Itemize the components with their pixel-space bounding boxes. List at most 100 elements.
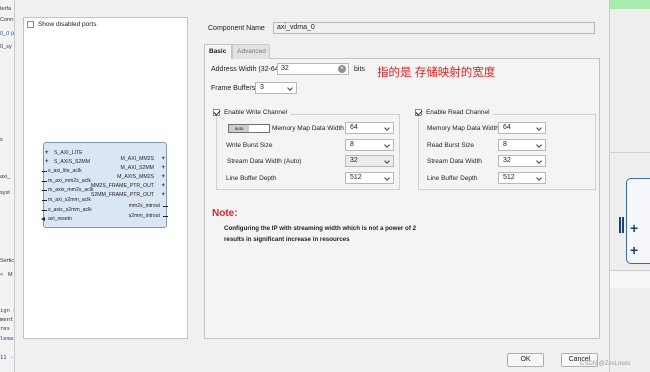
write-mm-data-width-label: Memory Map Data Width — [272, 125, 344, 132]
note-text-line-2: results in significant increase in resou… — [224, 236, 350, 243]
enable-read-channel-option[interactable]: Enable Read Channel — [415, 109, 493, 117]
bg-panel-header — [610, 270, 650, 288]
ok-button[interactable]: OK — [507, 353, 544, 367]
enable-write-channel-label: Enable Write Channel — [223, 109, 288, 116]
port-m-axi-mm2s: M_AXI_MM2S — [120, 156, 154, 162]
chevron-down-icon — [536, 125, 542, 131]
chevron-down-icon — [287, 85, 293, 91]
read-mm-data-width-value: 64 — [503, 124, 511, 131]
address-width-value: 32 — [281, 65, 289, 72]
read-burst-size-dropdown[interactable]: 8 — [498, 139, 546, 151]
write-burst-size-dropdown[interactable]: 8 — [345, 139, 394, 151]
read-stream-data-width-value: 32 — [503, 157, 511, 164]
reset-pin-icon — [41, 217, 45, 221]
pin-line-icon — [163, 216, 168, 217]
port-s-axis-s2mm-aclk: s_axis_s2mm_aclk — [48, 207, 92, 213]
write-line-buffer-depth-dropdown[interactable]: 512 — [345, 172, 394, 184]
tab-content-panel — [204, 58, 600, 339]
pin-line-icon — [42, 171, 47, 172]
enable-write-channel-checkbox[interactable] — [213, 109, 220, 116]
read-line-buffer-depth-value: 512 — [503, 174, 515, 181]
write-stream-data-width-label: Stream Data Width (Auto) — [227, 158, 302, 165]
note-title: Note: — [212, 208, 238, 219]
chevron-down-icon — [536, 158, 542, 164]
read-stream-data-width-label: Stream Data Width — [427, 158, 482, 165]
bus-bar-icon — [622, 217, 624, 233]
component-name-field[interactable]: axi_vdma_0 — [273, 22, 595, 34]
address-width-label: Address Width (32-64) — [211, 66, 282, 73]
port-mm2s-introut: mm2s_introut — [128, 203, 160, 209]
bus-expand-icon[interactable]: + — [45, 150, 49, 156]
pin-line-icon — [42, 210, 47, 211]
write-stream-data-width-dropdown[interactable]: 32 — [345, 155, 394, 167]
write-line-buffer-depth-value: 512 — [350, 174, 362, 181]
bus-expand-icon[interactable]: + — [45, 159, 49, 165]
bus-bar-icon — [619, 217, 621, 233]
port-s-axi-lite: S_AXI_LITE — [54, 150, 83, 156]
user-annotation: 指的是 存储映射的宽度 — [377, 67, 496, 79]
bus-expand-icon[interactable]: + — [161, 192, 165, 198]
component-name-label: Component Name — [208, 25, 265, 32]
watermark: CSDN @ZxsLoves — [580, 361, 631, 367]
address-width-unit: bits — [354, 66, 365, 73]
port-s2mm-introut: s2mm_introut — [128, 213, 160, 219]
port-s-axi-lite-aclk: s_axi_lite_aclk — [48, 168, 82, 174]
status-strip — [608, 0, 650, 9]
write-mm-data-width-value: 64 — [350, 124, 358, 131]
read-stream-data-width-dropdown[interactable]: 32 — [498, 155, 546, 167]
bus-expand-icon[interactable]: + — [161, 183, 165, 189]
show-disabled-ports-checkbox[interactable] — [27, 21, 34, 28]
read-burst-size-label: Read Burst Size — [427, 142, 474, 149]
plus-icon: + — [630, 220, 639, 236]
write-burst-size-value: 8 — [350, 141, 354, 148]
port-s-axis-s2mm: S_AXIS_S2MM — [54, 159, 91, 165]
show-disabled-ports-option[interactable]: Show disabled ports — [27, 21, 97, 28]
pin-line-icon — [163, 206, 168, 207]
port-m-axi-mm2s-aclk: m_axi_mm2s_aclk — [48, 178, 91, 184]
enable-read-channel-checkbox[interactable] — [415, 109, 422, 116]
tab-basic[interactable]: Basic — [204, 44, 232, 59]
auto-toggle-switch[interactable]: auto — [228, 124, 270, 133]
port-m-axis-mm2s-aclk: m_axis_mm2s_aclk — [48, 187, 94, 193]
read-line-buffer-depth-label: Line Buffer Depth — [427, 175, 478, 182]
frame-buffers-value: 3 — [260, 84, 264, 91]
write-mm-data-width-dropdown[interactable]: 64 — [345, 122, 394, 134]
port-m-axi-s2mm: M_AXI_S2MM — [120, 165, 154, 171]
ip-block-symbol: + S_AXI_LITE + S_AXIS_S2MM s_axi_lite_ac… — [41, 142, 168, 228]
plus-icon: + — [630, 242, 639, 258]
clear-input-icon[interactable]: × — [338, 65, 346, 73]
port-m-axi-s2mm-aclk: m_axi_s2mm_aclk — [48, 197, 91, 203]
read-mm-data-width-dropdown[interactable]: 64 — [498, 122, 546, 134]
read-burst-size-value: 8 — [503, 141, 507, 148]
port-m-axis-mm2s: M_AXIS_MM2S — [117, 174, 154, 180]
bus-expand-icon[interactable]: + — [161, 156, 165, 162]
chevron-down-icon — [384, 158, 390, 164]
pin-line-icon — [42, 190, 47, 191]
address-width-input[interactable]: 32 × — [277, 63, 349, 75]
frame-buffers-dropdown[interactable]: 3 — [255, 82, 297, 94]
chevron-down-icon — [536, 142, 542, 148]
write-line-buffer-depth-label: Line Buffer Depth — [226, 175, 277, 182]
chevron-down-icon — [384, 125, 390, 131]
background-block-fragment: + + — [619, 178, 650, 264]
note-text-line-1: Configuring the IP with streaming width … — [224, 225, 417, 232]
chevron-down-icon — [536, 175, 542, 181]
pin-line-icon — [42, 200, 47, 201]
bus-expand-icon[interactable]: + — [161, 174, 165, 180]
enable-write-channel-option[interactable]: Enable Write Channel — [213, 109, 291, 117]
port-s2mm-frame-ptr-out: S2MM_FRAME_PTR_OUT — [90, 192, 154, 198]
read-line-buffer-depth-dropdown[interactable]: 512 — [498, 172, 546, 184]
bus-expand-icon[interactable]: + — [161, 165, 165, 171]
port-axi-resetn: axi_resetn — [48, 216, 72, 222]
show-disabled-ports-label: Show disabled ports — [37, 21, 97, 28]
auto-toggle-label: auto — [229, 125, 249, 132]
pin-line-icon — [42, 181, 47, 182]
chevron-down-icon — [384, 142, 390, 148]
write-burst-size-label: Write Burst Size — [226, 142, 273, 149]
chevron-down-icon — [384, 175, 390, 181]
write-stream-data-width-value: 32 — [350, 157, 358, 164]
frame-buffers-label: Frame Buffers — [211, 85, 256, 92]
bg-divider — [610, 152, 650, 153]
read-mm-data-width-label: Memory Map Data Width — [427, 125, 499, 132]
tab-advanced[interactable]: Advanced — [232, 44, 270, 59]
